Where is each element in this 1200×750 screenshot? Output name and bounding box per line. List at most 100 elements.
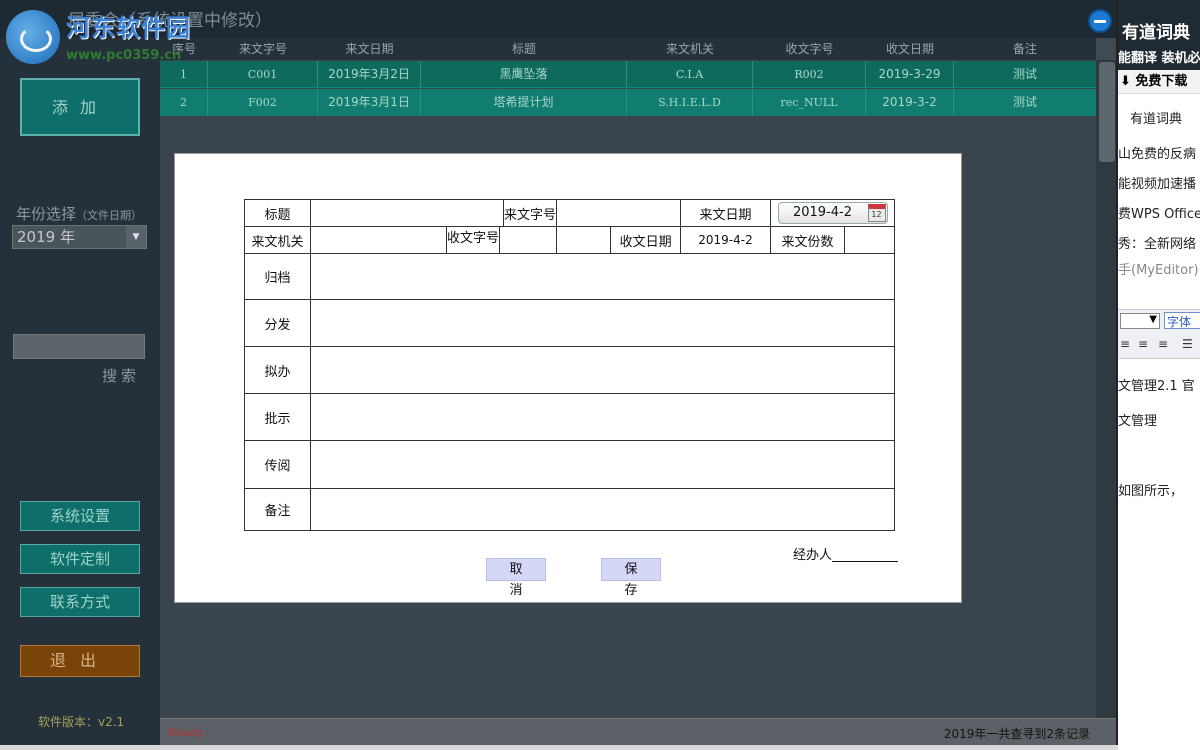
exit-button[interactable]: 退出: [20, 645, 140, 677]
calendar-icon[interactable]: 12: [867, 204, 886, 222]
table-row[interactable]: 2 F002 2019年3月1日 塔希提计划 S.H.I.E.L.D rec_N…: [160, 89, 1096, 116]
logo-text: 河东软件园: [66, 14, 191, 42]
table-cell: 黑鹰坠落: [421, 61, 627, 87]
draft-field[interactable]: [310, 346, 895, 394]
contact-button[interactable]: 联系方式: [20, 587, 140, 617]
list-item[interactable]: 有道词典: [1130, 108, 1182, 127]
table-cell: 2019年3月1日: [318, 89, 421, 116]
sidebar: 添加 年份选择（文件日期） 2019 年 ▼ 搜索 系统设置 软件定制 联系方式 …: [0, 38, 160, 745]
table-cell: 2019-3-29: [866, 61, 954, 87]
table-cell: R002: [753, 61, 866, 87]
doc-date-value: 2019-4-2: [792, 205, 852, 220]
title-field[interactable]: [310, 199, 504, 227]
title-label: 标题: [244, 199, 311, 227]
align-center-icon[interactable]: ≡: [1138, 337, 1148, 351]
column-header[interactable]: 来文字号: [208, 38, 318, 60]
column-header[interactable]: 来文日期: [318, 38, 421, 60]
search-input[interactable]: [13, 334, 145, 359]
recv-number-field[interactable]: [500, 227, 556, 253]
recv-number-label: 收文字号: [447, 227, 500, 253]
search-button[interactable]: 搜索: [102, 365, 140, 386]
distribute-label: 分发: [244, 299, 311, 347]
list-item[interactable]: 费WPS Office: [1118, 203, 1200, 222]
align-right-icon[interactable]: ≡: [1158, 337, 1168, 351]
recv-date-value[interactable]: 2019-4-2: [680, 226, 771, 254]
instruction-field[interactable]: [310, 393, 895, 441]
list-numbered-icon[interactable]: ☰: [1182, 337, 1193, 351]
doc-date-cell: 2019-4-2 12: [770, 199, 895, 227]
calendar-day: 12: [871, 210, 882, 219]
chevron-down-icon[interactable]: ▼: [126, 226, 146, 248]
record-form: 标题 来文字号 来文日期 2019-4-2 12 来文机关 收文字号 收文日期 …: [244, 199, 895, 531]
list-item[interactable]: 山免费的反病: [1118, 143, 1196, 162]
doc-date-picker[interactable]: 2019-4-2 12: [777, 202, 888, 224]
download-label: 免费下载: [1135, 74, 1188, 89]
remark-label: 备注: [244, 488, 311, 531]
save-button[interactable]: 保 存: [601, 558, 661, 598]
agency-field[interactable]: [310, 226, 447, 254]
cancel-button[interactable]: 取 消: [486, 558, 546, 598]
size-select[interactable]: ▼: [1120, 313, 1160, 329]
doc-number-label: 来文字号: [502, 199, 558, 227]
table-cell: 塔希提计划: [421, 89, 627, 116]
archive-field[interactable]: [310, 253, 895, 300]
logo-icon: [6, 10, 60, 64]
background-window: 有道词典 能翻译 装机必 ⬇ 免费下载 有道词典 山免费的反病 能视频加速播 费…: [1118, 0, 1200, 750]
column-header[interactable]: 备注: [954, 38, 1096, 60]
chevron-down-icon: ▼: [1149, 314, 1157, 325]
record-form-dialog: 标题 来文字号 来文日期 2019-4-2 12 来文机关 收文字号 收文日期 …: [174, 153, 962, 603]
circulate-label: 传阅: [244, 440, 311, 489]
download-button[interactable]: ⬇ 免费下载: [1118, 70, 1200, 94]
recv-number-field-ext[interactable]: [555, 226, 612, 254]
editor-toolbar: ▼ 字体 ≡ ≡ ≡ ☰: [1118, 309, 1200, 359]
list-item[interactable]: 秀：全新网络: [1118, 233, 1196, 252]
year-select[interactable]: 2019 年 ▼: [12, 225, 147, 249]
table-cell: C.I.A: [627, 61, 753, 87]
instruction-label: 批示: [244, 393, 311, 441]
table-cell: S.H.I.E.L.D: [627, 89, 753, 116]
table-cell: 2019-3-2: [866, 89, 954, 116]
doc-line: 如图所示，: [1118, 484, 1184, 499]
table-row[interactable]: 1 C001 2019年3月2日 黑鹰坠落 C.I.A R002 2019-3-…: [160, 61, 1096, 88]
copies-label: 来文份数: [770, 226, 845, 254]
recv-number-group: 收文字号: [446, 226, 557, 254]
list-item[interactable]: 手(MyEditor): [1118, 259, 1199, 278]
table-cell: F002: [208, 89, 318, 116]
add-button[interactable]: 添加: [20, 78, 140, 136]
draft-label: 拟办: [244, 346, 311, 394]
align-left-icon[interactable]: ≡: [1120, 337, 1130, 351]
table-cell: 测试: [1012, 95, 1037, 109]
column-header[interactable]: 来文机关: [627, 38, 753, 60]
agency-label: 来文机关: [244, 226, 311, 254]
circulate-field[interactable]: [310, 440, 895, 489]
table-cell: 1: [160, 61, 208, 87]
distribute-field[interactable]: [310, 299, 895, 347]
remark-field[interactable]: [310, 488, 895, 531]
youdao-title: 有道词典: [1122, 23, 1190, 43]
doc-date-label: 来文日期: [680, 199, 771, 227]
table-cell: 测试: [1012, 67, 1037, 81]
version-label: 软件版本：v2.1: [38, 715, 125, 729]
youdao-subtitle: 能翻译 装机必: [1118, 51, 1200, 66]
column-header[interactable]: 标题: [421, 38, 627, 60]
system-settings-button[interactable]: 系统设置: [20, 501, 140, 531]
table-cell: 2: [160, 89, 208, 116]
vertical-scrollbar[interactable]: [1096, 60, 1116, 718]
youdao-header: 有道词典 能翻译 装机必: [1118, 0, 1200, 70]
column-header[interactable]: 收文日期: [866, 38, 954, 60]
column-header[interactable]: 收文字号: [753, 38, 866, 60]
copies-field[interactable]: [844, 226, 895, 254]
table-cell: C001: [208, 61, 318, 87]
handler-signature: 经办人: [793, 544, 899, 563]
year-label: 年份选择（文件日期）: [16, 203, 142, 224]
doc-line: 文管理2.1 官: [1118, 379, 1195, 394]
software-customize-button[interactable]: 软件定制: [20, 544, 140, 574]
scroll-thumb[interactable]: [1099, 62, 1115, 162]
font-select[interactable]: 字体: [1164, 312, 1200, 329]
list-item[interactable]: 能视频加速播: [1118, 173, 1196, 192]
minimize-button[interactable]: [1088, 9, 1112, 33]
handler-field[interactable]: [832, 550, 899, 562]
doc-line: 文管理: [1118, 414, 1158, 429]
main-window: 居委会（系统设置中修改） 添加 年份选择（文件日期） 2019 年 ▼ 搜索 系统…: [0, 0, 1118, 745]
doc-number-field[interactable]: [556, 199, 681, 227]
